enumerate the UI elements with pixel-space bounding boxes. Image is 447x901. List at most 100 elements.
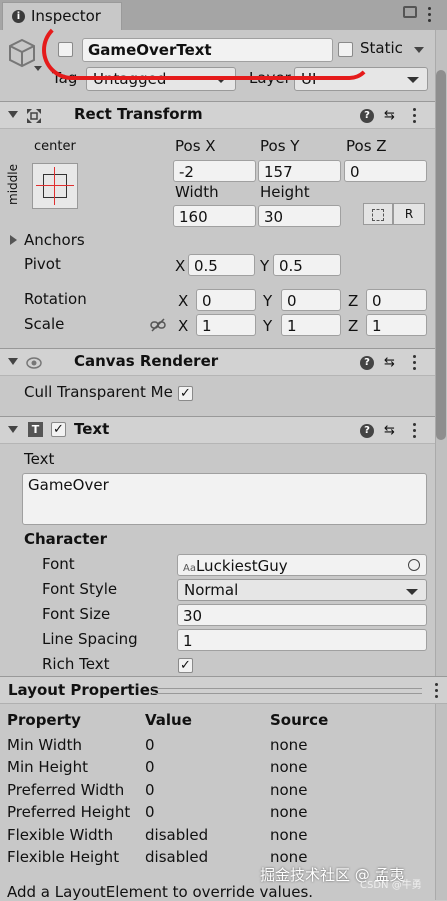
- font-size-label: Font Size: [42, 605, 111, 623]
- tab-menu-icon[interactable]: [428, 7, 432, 23]
- info-icon: i: [12, 10, 25, 23]
- watermark-secondary: CSDN @牛勇: [360, 880, 422, 891]
- height-input[interactable]: 30: [258, 205, 341, 227]
- table-cell-property: Min Width: [7, 736, 82, 754]
- scale-y-input[interactable]: 1: [281, 314, 341, 336]
- column-header-property: Property: [7, 711, 81, 729]
- dashed-square-icon: [372, 209, 384, 221]
- anchor-vertical-label: middle: [6, 164, 20, 205]
- layout-properties-title: Layout Properties: [8, 681, 159, 699]
- font-size-input[interactable]: 30: [177, 604, 427, 626]
- pivot-x-label: X: [175, 257, 186, 275]
- text-component-header[interactable]: T ✓ Text ? ⇆: [0, 416, 435, 444]
- rich-text-checkbox[interactable]: ✓: [178, 658, 193, 673]
- anchors-label[interactable]: Anchors: [24, 231, 85, 249]
- scale-label: Scale: [24, 315, 65, 333]
- canvas-renderer-header[interactable]: Canvas Renderer ? ⇆: [0, 348, 435, 376]
- table-cell-property: Preferred Height: [7, 803, 131, 821]
- text-label: Text: [24, 450, 55, 468]
- scale-z-label: Z: [348, 317, 359, 335]
- component-menu-icon[interactable]: [413, 355, 417, 371]
- rotation-y-input[interactable]: 0: [281, 289, 341, 311]
- icon-dropdown-arrow[interactable]: [34, 66, 42, 71]
- anchors-fold-arrow[interactable]: [10, 235, 17, 245]
- text-component-title: Text: [74, 420, 110, 438]
- column-header-value: Value: [145, 711, 192, 729]
- line-spacing-label: Line Spacing: [42, 630, 138, 648]
- rotation-z-label: Z: [348, 292, 359, 310]
- rect-transform-title: Rect Transform: [74, 105, 203, 123]
- foldout-arrow-icon[interactable]: [8, 358, 18, 365]
- layout-properties-header[interactable]: Layout Properties: [0, 676, 447, 704]
- rotation-label: Rotation: [24, 290, 87, 308]
- rich-text-label: Rich Text: [42, 655, 110, 673]
- text-value-textarea[interactable]: GameOver: [22, 473, 427, 525]
- width-input[interactable]: 160: [173, 205, 256, 227]
- text-component-icon: T: [28, 422, 43, 437]
- font-label: Font: [42, 555, 75, 573]
- width-label: Width: [175, 183, 219, 201]
- text-enabled-checkbox[interactable]: ✓: [51, 422, 66, 437]
- static-dropdown-arrow[interactable]: [414, 47, 424, 53]
- character-section-label: Character: [24, 530, 107, 548]
- foldout-arrow-icon[interactable]: [8, 426, 18, 433]
- table-cell-source: none: [270, 781, 308, 799]
- rect-transform-icon: [27, 109, 41, 123]
- table-cell-value: 0: [145, 781, 155, 799]
- preset-sliders-icon[interactable]: ⇆: [384, 355, 395, 370]
- drag-handle[interactable]: [152, 688, 422, 694]
- table-cell-value: 0: [145, 758, 155, 776]
- help-icon[interactable]: ?: [360, 424, 374, 438]
- component-menu-icon[interactable]: [413, 108, 417, 124]
- constrain-proportions-icon[interactable]: [150, 318, 166, 332]
- pos-y-input[interactable]: 157: [258, 160, 341, 182]
- panel-menu-icon[interactable]: [435, 683, 439, 699]
- red-annotation-circle: [42, 20, 372, 80]
- line-spacing-input[interactable]: 1: [177, 629, 427, 651]
- rect-transform-header[interactable]: Rect Transform ? ⇆: [0, 101, 435, 129]
- font-style-value: Normal: [184, 581, 239, 599]
- table-cell-source: none: [270, 736, 308, 754]
- component-menu-icon[interactable]: [413, 423, 417, 439]
- table-cell-value: 0: [145, 803, 155, 821]
- scrollbar-thumb[interactable]: [436, 70, 446, 440]
- pivot-x-input[interactable]: 0.5: [188, 254, 255, 276]
- preset-sliders-icon[interactable]: ⇆: [384, 423, 395, 438]
- font-value: LuckiestGuy: [195, 557, 288, 575]
- layout-footer-note: Add a LayoutElement to override values.: [7, 883, 314, 901]
- font-style-dropdown[interactable]: Normal: [177, 579, 427, 601]
- help-icon[interactable]: ?: [360, 109, 374, 123]
- pos-x-input[interactable]: -2: [173, 160, 256, 182]
- pivot-y-input[interactable]: 0.5: [273, 254, 341, 276]
- height-label: Height: [260, 183, 310, 201]
- table-cell-property: Preferred Width: [7, 781, 125, 799]
- table-cell-value: disabled: [145, 848, 209, 866]
- raw-edit-button[interactable]: R: [393, 203, 425, 225]
- foldout-arrow-icon[interactable]: [8, 111, 18, 118]
- pos-x-label: Pos X: [175, 137, 216, 155]
- table-cell-property: Flexible Height: [7, 848, 120, 866]
- scale-x-label: X: [178, 317, 189, 335]
- rotation-y-label: Y: [263, 292, 273, 310]
- help-icon[interactable]: ?: [360, 356, 374, 370]
- chevron-down-icon: [407, 77, 419, 83]
- table-cell-property: Flexible Width: [7, 826, 114, 844]
- table-cell-source: none: [270, 803, 308, 821]
- canvas-renderer-title: Canvas Renderer: [74, 352, 219, 370]
- lock-icon[interactable]: [403, 6, 417, 18]
- rotation-x-label: X: [178, 292, 189, 310]
- table-cell-source: none: [270, 826, 308, 844]
- anchor-preset-button[interactable]: [32, 163, 78, 209]
- rotation-x-input[interactable]: 0: [196, 289, 256, 311]
- scale-z-input[interactable]: 1: [366, 314, 427, 336]
- font-style-label: Font Style: [42, 580, 118, 598]
- table-cell-source: none: [270, 758, 308, 776]
- object-picker-icon[interactable]: [408, 559, 420, 571]
- cull-transparent-checkbox[interactable]: ✓: [178, 386, 193, 401]
- font-object-field[interactable]: AaLuckiestGuy: [177, 554, 427, 576]
- pos-z-input[interactable]: 0: [344, 160, 427, 182]
- blueprint-mode-button[interactable]: [363, 203, 393, 225]
- preset-sliders-icon[interactable]: ⇆: [384, 108, 395, 123]
- rotation-z-input[interactable]: 0: [366, 289, 427, 311]
- scale-x-input[interactable]: 1: [196, 314, 256, 336]
